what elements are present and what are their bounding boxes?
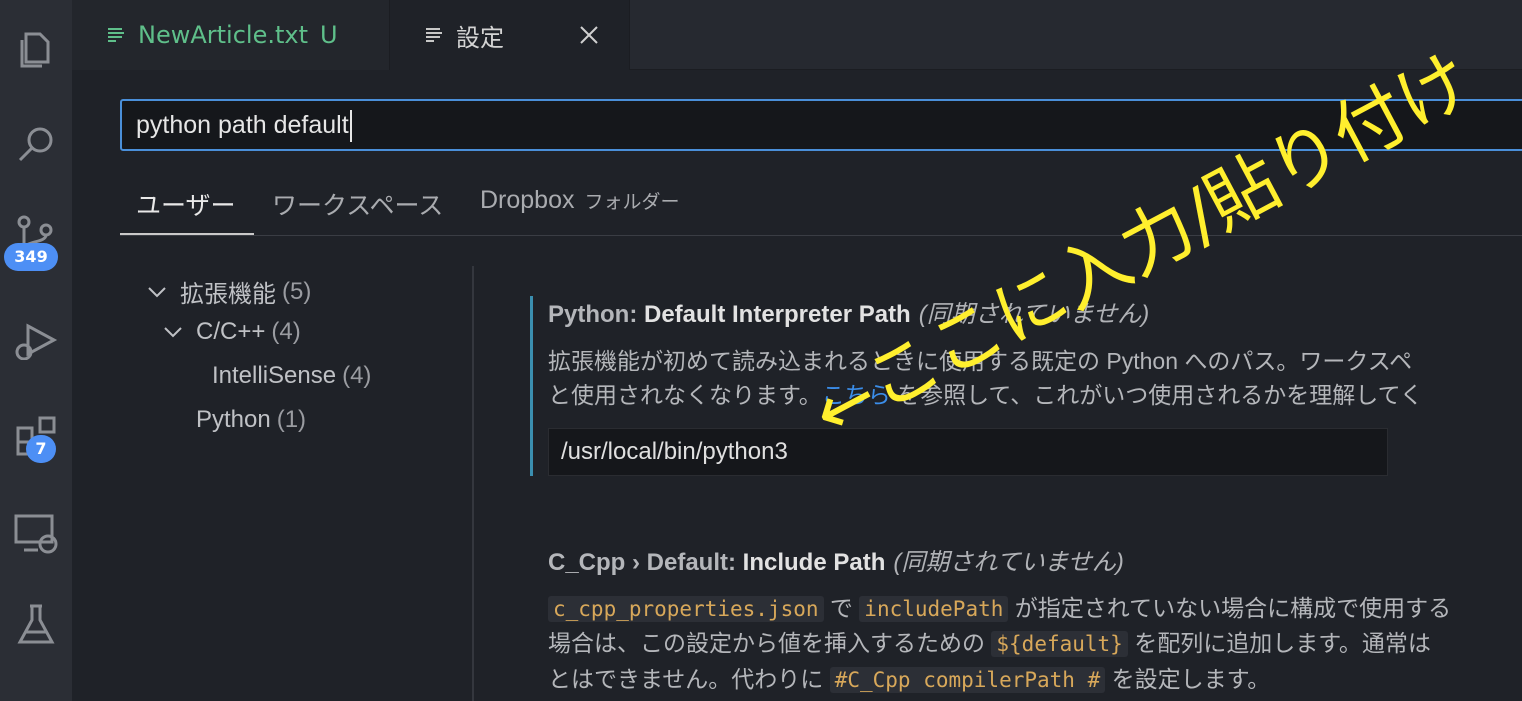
- setting-title: Python: Default Interpreter Path (同期されていま…: [548, 294, 1149, 329]
- setting-category: Python:: [548, 301, 644, 328]
- desc-text: とはできません。代わりに: [548, 666, 830, 692]
- desc-text: を設定します。: [1105, 666, 1271, 692]
- settings-file-icon: [426, 28, 442, 42]
- run-debug-icon[interactable]: [0, 300, 72, 372]
- tree-count: (4): [342, 362, 372, 389]
- interpreter-path-input[interactable]: /usr/local/bin/python3: [548, 428, 1388, 476]
- untracked-indicator: U: [320, 21, 338, 49]
- editor-tab-bar: NewArticle.txt U 設定: [72, 0, 1522, 70]
- tree-label: IntelliSense: [212, 362, 337, 389]
- tree-label: Python: [196, 406, 271, 433]
- tree-label: C/C++: [196, 318, 266, 345]
- tree-item-cpp[interactable]: C/C++ (4): [162, 318, 301, 346]
- tree-count: (5): [282, 277, 312, 305]
- sync-status: (同期されていません): [893, 549, 1124, 576]
- search-value: python path default: [136, 111, 349, 139]
- desc-link[interactable]: こちら: [822, 382, 891, 408]
- tab-label: 設定: [456, 23, 504, 52]
- text-file-icon: [108, 28, 124, 42]
- desc-text: と使用されなくなります。: [548, 382, 822, 408]
- tree-label: 拡張機能: [180, 281, 276, 308]
- settings-search-input[interactable]: python path default: [120, 99, 1522, 151]
- setting-description-line: と使用されなくなります。こちら を参照して、これがいつ使用されるかを理解してく: [548, 376, 1423, 410]
- tree-item-extensions[interactable]: 拡張機能 (5): [146, 274, 311, 309]
- search-icon[interactable]: [0, 108, 72, 180]
- tab-newarticle[interactable]: NewArticle.txt U: [72, 0, 390, 70]
- tab-settings[interactable]: 設定: [390, 0, 630, 70]
- sync-status: (同期されていません): [918, 301, 1150, 328]
- setting-description-line: とはできません。代わりに #C_Cpp compilerPath # を設定しま…: [548, 660, 1270, 694]
- scope-tab-user[interactable]: ユーザー: [136, 186, 236, 222]
- setting-description-line: c_cpp_properties.json で includePath が指定さ…: [548, 589, 1451, 623]
- code-token[interactable]: #C_Cpp compilerPath #: [829, 667, 1106, 693]
- setting-description-line: 拡張機能が初めて読み込まれるときに使用する既定の Python へのパス。ワーク…: [548, 348, 1413, 374]
- setting-description-line: 場合は、この設定から値を挿入するための ${default} を配列に追加します…: [548, 624, 1431, 658]
- activity-bar: 349 7: [0, 0, 72, 701]
- tab-label: NewArticle.txt: [138, 21, 308, 49]
- desc-text: を配列に追加します。通常は: [1127, 630, 1431, 656]
- testing-icon[interactable]: [0, 588, 72, 660]
- text-caret: [349, 110, 352, 143]
- scope-tab-folder[interactable]: Dropbox フォルダー: [480, 186, 680, 215]
- setting-key: Include Path: [742, 549, 886, 576]
- tree-count: (4): [271, 318, 301, 345]
- pane-divider: [472, 266, 474, 701]
- setting-key: Default Interpreter Path: [644, 301, 911, 328]
- close-icon[interactable]: [579, 25, 599, 45]
- desc-text: で: [823, 595, 860, 621]
- desc-text: を参照して、これがいつ使用されるかを理解してく: [890, 382, 1423, 408]
- extensions-badge: 7: [26, 435, 56, 463]
- explorer-icon[interactable]: [0, 12, 72, 84]
- tree-item-intellisense[interactable]: IntelliSense (4): [212, 362, 371, 390]
- code-token: includePath: [859, 596, 1009, 622]
- scope-divider: [120, 235, 1522, 236]
- remote-explorer-icon[interactable]: [0, 496, 72, 568]
- desc-text: 場合は、この設定から値を挿入するための: [548, 630, 992, 656]
- scm-badge: 349: [4, 243, 58, 271]
- tree-count: (1): [276, 406, 307, 433]
- focused-setting-indicator: [530, 296, 533, 476]
- desc-text: が指定されていない場合に構成で使用する: [1008, 595, 1452, 621]
- setting-title: C_Cpp › Default: Include Path (同期されていません): [548, 542, 1124, 577]
- code-token: ${default}: [991, 631, 1128, 657]
- setting-category: C_Cpp › Default:: [548, 549, 743, 576]
- folder-sub-label: フォルダー: [584, 192, 680, 213]
- folder-name: Dropbox: [480, 186, 575, 214]
- chevron-down-icon: [164, 327, 182, 338]
- tree-item-python[interactable]: Python (1): [196, 406, 306, 434]
- code-token: c_cpp_properties.json: [548, 596, 824, 622]
- chevron-down-icon: [148, 286, 166, 297]
- scope-tab-workspace[interactable]: ワークスペース: [272, 186, 443, 222]
